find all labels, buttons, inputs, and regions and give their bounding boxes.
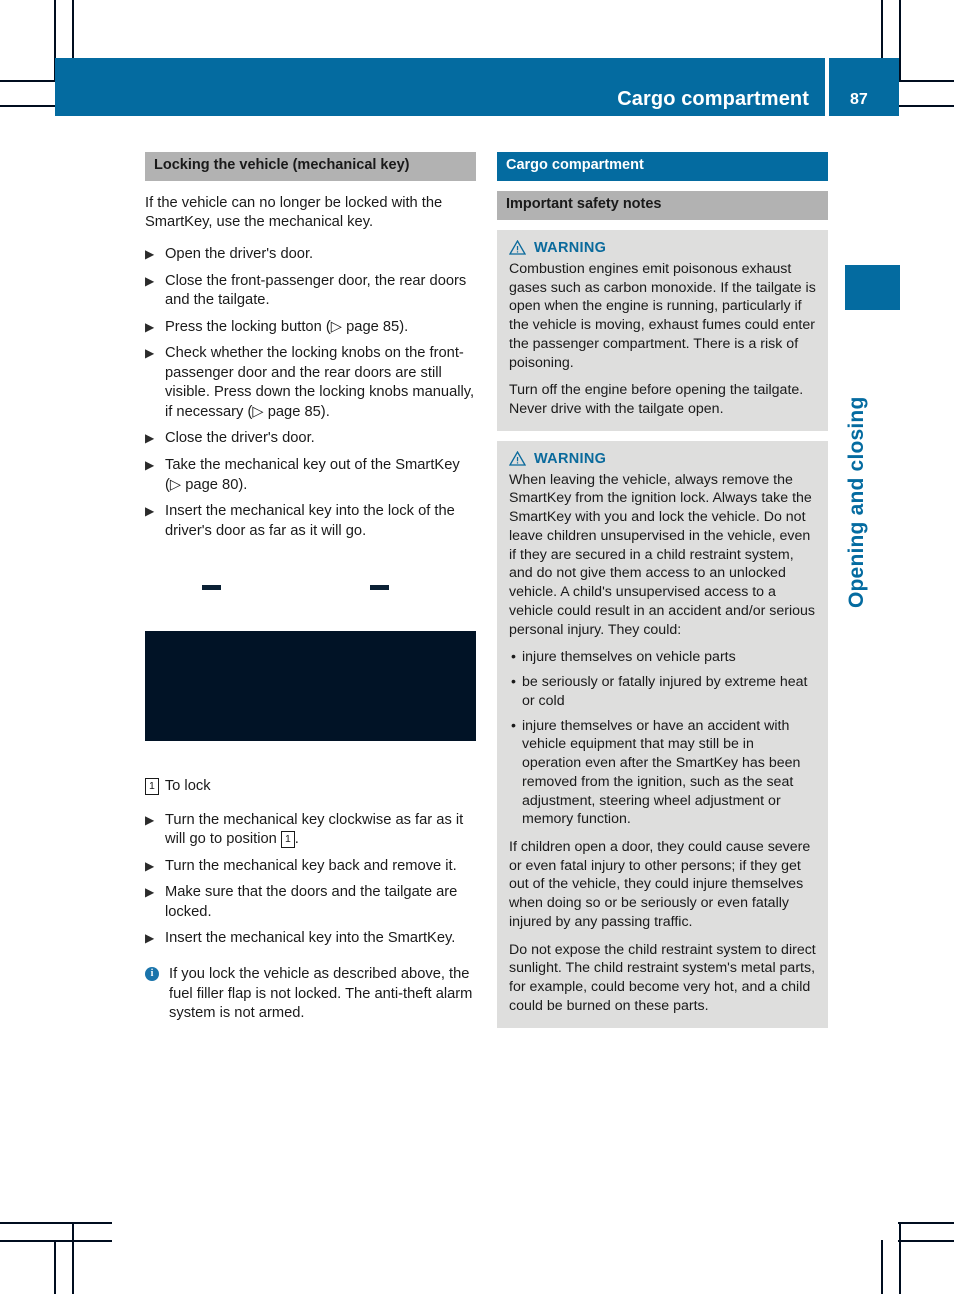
intro-paragraph: If the vehicle can no longer be locked w… <box>145 194 443 231</box>
callout-number-1: 1 <box>145 778 159 795</box>
info-note-text: If you lock the vehicle as described abo… <box>169 965 473 1022</box>
figure-lock-illustration <box>145 563 476 773</box>
crop-mark-top-right-v2 <box>899 0 901 80</box>
list-item: • injure themselves or have an accident w… <box>509 717 816 829</box>
warning-triangle-icon <box>508 450 527 466</box>
warning-label: WARNING <box>534 450 607 467</box>
warning-paragraph: Do not expose the child restraint system… <box>509 941 816 1014</box>
step-text: Check whether the locking knobs on the f… <box>165 345 475 420</box>
list-item: ▶ Open the driver's door. <box>145 245 476 265</box>
list-item: ▶ Insert the mechanical key into the Smar… <box>145 929 476 949</box>
info-icon: i <box>145 966 159 981</box>
step-text: Open the driver's door. <box>165 246 314 263</box>
right-column: Cargo compartment Important safety notes… <box>497 152 828 1028</box>
list-item: ▶ Press the locking button (▷ page 85). <box>145 318 476 338</box>
step-arrow-icon: ▶ <box>145 885 155 900</box>
crop-mark-bottom-right-v1 <box>881 1240 883 1294</box>
step-text: Take the mechanical key out of the Smart… <box>165 456 460 493</box>
figure-image-area <box>145 631 476 742</box>
step-text: Insert the mechanical key into the Smart… <box>165 930 456 947</box>
bullet-icon: • <box>511 717 516 734</box>
step-text: Close the front-passenger door, the rear… <box>165 272 467 309</box>
info-note: i If you lock the vehicle as described a… <box>145 965 476 1024</box>
step-arrow-icon: ▶ <box>145 273 155 288</box>
warning-header: WARNING <box>508 450 816 467</box>
step-text: Press the locking button (▷ page 85). <box>165 318 409 335</box>
warning-panel-children: WARNING When leaving the vehicle, always… <box>497 440 828 1028</box>
step-text: Turn the mechanical key back and remove … <box>165 857 457 874</box>
bullet-icon: • <box>511 674 516 691</box>
procedure-list-unlock: ▶ Open the driver's door. ▶ Close the fron… <box>145 245 476 541</box>
warning-header: WARNING <box>508 239 816 256</box>
left-column: Locking the vehicle (mechanical key) If … <box>145 152 476 1024</box>
step-arrow-icon: ▶ <box>145 931 155 946</box>
step-arrow-icon: ▶ <box>145 812 155 827</box>
section-heading-cargo: Cargo compartment <box>497 152 828 181</box>
bullet-text: be seriously or fatally injured by extre… <box>522 674 808 709</box>
list-item: ▶ Take the mechanical key out of the Smar… <box>145 456 476 495</box>
step-arrow-icon: ▶ <box>145 319 155 334</box>
list-item: ▶ Turn the mechanical key back and remove… <box>145 857 476 877</box>
list-item: • injure themselves on vehicle parts <box>509 648 816 667</box>
warning-panel-exhaust: WARNING Combustion engines emit poisonou… <box>497 229 828 431</box>
crop-mark-bottom-right-v2 <box>899 1222 901 1294</box>
step-arrow-icon: ▶ <box>145 247 155 262</box>
step-text: Make sure that the doors and the tailgat… <box>165 884 458 920</box>
crop-mark-top-right-h2 <box>898 105 954 107</box>
page-title: Cargo compartment <box>617 88 809 110</box>
list-item: ▶ Close the front-passenger door, the rea… <box>145 272 476 311</box>
step-arrow-icon: ▶ <box>145 858 155 873</box>
step-text-pre: Turn the mechanical key clockwise as far… <box>165 811 464 848</box>
page-number: 87 <box>850 91 868 108</box>
warning-triangle-icon <box>508 240 527 256</box>
list-item: ▶ Check whether the locking knobs on the … <box>145 344 476 422</box>
step-arrow-icon: ▶ <box>145 431 155 446</box>
warning-label: WARNING <box>534 239 607 256</box>
warning-paragraph: Turn off the engine before opening the t… <box>509 382 804 418</box>
list-item: ▶ Insert the mechanical key into the lock… <box>145 502 476 541</box>
step-arrow-icon: ▶ <box>145 457 155 472</box>
crop-mark-bottom-right-h1 <box>898 1222 954 1224</box>
bullet-text: injure themselves or have an accident wi… <box>522 717 801 828</box>
subsection-heading-safety: Important safety notes <box>497 190 828 220</box>
warning-paragraph: If children open a door, they could caus… <box>509 838 811 930</box>
warning-bullet-list: • injure themselves on vehicle parts • be … <box>509 648 816 829</box>
step-arrow-icon: ▶ <box>145 346 155 361</box>
list-item: ▶ Close the driver's door. <box>145 429 476 449</box>
page-header-bar: Cargo compartment <box>55 58 825 116</box>
crop-mark-top-right-h1 <box>898 80 954 82</box>
chapter-thumb-tab <box>845 265 900 310</box>
warning-paragraph: When leaving the vehicle, always remove … <box>509 471 815 638</box>
procedure-list-lock: ▶ Turn the mechanical key clockwise as fa… <box>145 811 476 949</box>
section-heading-locking: Locking the vehicle (mechanical key) <box>145 152 476 181</box>
step-text: Close the driver's door. <box>165 430 315 447</box>
step-arrow-icon: ▶ <box>145 504 155 519</box>
list-item: • be seriously or fatally injured by extr… <box>509 673 816 710</box>
callout-number-1-inline: 1 <box>280 831 295 848</box>
figure-caption: 1 To lock <box>145 777 476 797</box>
crop-mark-bottom-left-h1 <box>0 1222 112 1224</box>
list-item: ▶ Turn the mechanical key clockwise as fa… <box>145 811 476 850</box>
crop-mark-bottom-right-h2 <box>898 1240 954 1242</box>
crop-mark-bottom-left-v1 <box>54 1240 56 1294</box>
figure-artifact-mark-left <box>202 585 221 591</box>
warning-paragraph: Combustion engines emit poisonous exhaus… <box>509 260 816 371</box>
chapter-title-vertical: Opening and closing <box>845 396 868 608</box>
page-number-block: 87 <box>829 58 899 116</box>
step-text-post: . <box>294 831 299 848</box>
crop-mark-bottom-left-h2 <box>0 1240 112 1242</box>
step-text: Insert the mechanical key into the lock … <box>165 503 455 539</box>
figure-caption-text: To lock <box>164 778 211 795</box>
bullet-icon: • <box>511 649 516 666</box>
figure-artifact-mark-right <box>370 585 389 591</box>
list-item: ▶ Make sure that the doors and the tailga… <box>145 883 476 922</box>
bullet-text: injure themselves on vehicle parts <box>522 649 736 666</box>
crop-mark-bottom-left-v2 <box>72 1222 74 1294</box>
